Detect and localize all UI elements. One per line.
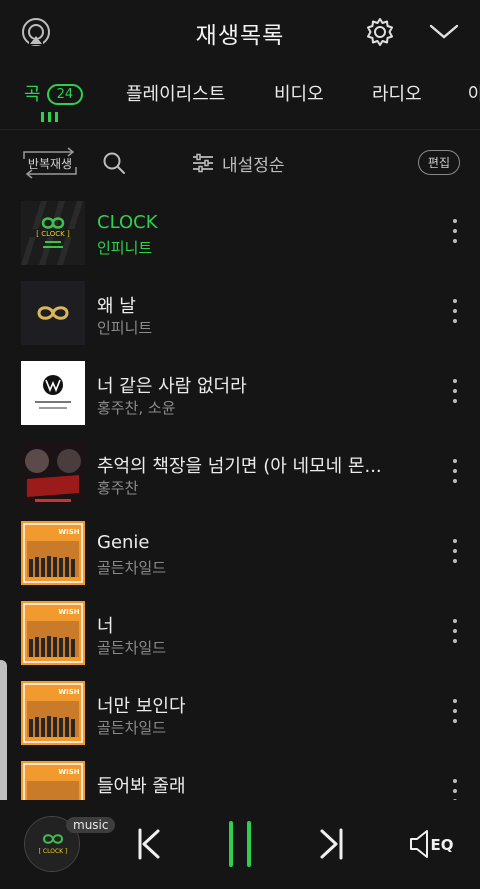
list-item[interactable]: 너 같은 사람 없더라 홍주찬, 소윤 bbox=[0, 355, 480, 435]
tab-songs[interactable]: 곡 24 bbox=[24, 80, 84, 106]
song-list: [ CLOCK ] CLOCK 인피니트 왜 날 인피니트 너 같은 사람 없더… bbox=[0, 195, 480, 800]
pause-button[interactable] bbox=[218, 821, 262, 867]
album-art: WISH bbox=[21, 681, 85, 745]
song-title: CLOCK bbox=[97, 212, 158, 233]
tab-playlists[interactable]: 플레이리스트 bbox=[126, 80, 225, 106]
tab-bar: 곡 24 플레이리스트 비디오 라디오 아 bbox=[0, 68, 480, 130]
svg-text:WISH: WISH bbox=[58, 528, 79, 536]
song-artist: 홍주찬, 소윤 bbox=[97, 399, 176, 417]
repeat-label: 반복재생 bbox=[27, 157, 73, 171]
list-item[interactable]: 추억의 책장을 넘기면 (아 네모네 몬... 홍주찬 bbox=[0, 435, 480, 515]
album-art bbox=[21, 281, 85, 345]
more-options-icon[interactable] bbox=[450, 379, 460, 403]
gear-icon[interactable] bbox=[362, 14, 398, 50]
more-options-icon[interactable] bbox=[450, 539, 460, 563]
tab-more[interactable]: 아 bbox=[468, 80, 480, 106]
repeat-button[interactable]: 반복재생 bbox=[20, 147, 80, 179]
album-art: WISH bbox=[21, 601, 85, 665]
song-artist: 인피니트 bbox=[97, 319, 153, 337]
album-art bbox=[21, 361, 85, 425]
tab-videos[interactable]: 비디오 bbox=[274, 80, 324, 106]
sort-button[interactable]: 내설정순 bbox=[192, 149, 285, 177]
more-options-icon[interactable] bbox=[450, 699, 460, 723]
svg-text:[ CLOCK ]: [ CLOCK ] bbox=[39, 848, 68, 855]
tab-label: 곡 bbox=[24, 84, 41, 105]
search-icon[interactable] bbox=[100, 149, 128, 177]
song-artist: 골든차일드 bbox=[97, 639, 167, 657]
equalizer-button[interactable]: EQ bbox=[408, 822, 458, 866]
speaker-eq-icon: EQ bbox=[410, 830, 454, 858]
skip-previous-icon bbox=[138, 828, 160, 860]
song-title: 너 같은 사람 없더라 bbox=[97, 376, 247, 397]
active-tab-indicator bbox=[41, 112, 61, 122]
album-art: WISH bbox=[21, 761, 85, 800]
page-title: 재생목록 bbox=[195, 23, 285, 49]
song-title: 들어봐 줄래 bbox=[97, 776, 186, 797]
svg-text:WISH: WISH bbox=[58, 688, 79, 696]
song-artist: 홍주찬 bbox=[97, 479, 139, 497]
song-title: 추억의 책장을 넘기면 (아 네모네 몬... bbox=[97, 456, 382, 477]
edit-button[interactable]: 편집 bbox=[417, 150, 460, 175]
more-options-icon[interactable] bbox=[450, 219, 460, 243]
more-options-icon[interactable] bbox=[450, 779, 460, 800]
song-title: 너 bbox=[97, 616, 114, 637]
next-button[interactable] bbox=[310, 822, 354, 866]
list-item[interactable]: 왜 날 인피니트 bbox=[0, 275, 480, 355]
more-options-icon[interactable] bbox=[450, 619, 460, 643]
music-badge: music bbox=[66, 817, 116, 833]
mini-player: [ CLOCK ] music EQ bbox=[0, 800, 480, 889]
song-artist: 골든차일드 bbox=[97, 719, 167, 737]
song-title: 너만 보인다 bbox=[97, 696, 186, 717]
list-item[interactable]: WISH Genie 골든차일드 bbox=[0, 515, 480, 595]
album-art: [ CLOCK ] bbox=[21, 201, 85, 265]
song-artist: 인피니트 bbox=[97, 239, 153, 257]
svg-text:WISH: WISH bbox=[58, 608, 79, 616]
eq-label: EQ bbox=[431, 836, 454, 854]
album-art bbox=[21, 441, 85, 505]
album-art: WISH bbox=[21, 521, 85, 585]
header: 재생목록 bbox=[0, 0, 480, 68]
svg-text:WISH: WISH bbox=[58, 768, 79, 776]
list-item[interactable]: WISH 너 골든차일드 bbox=[0, 595, 480, 675]
song-title: Genie bbox=[97, 532, 150, 553]
pause-icon bbox=[229, 821, 251, 867]
more-options-icon[interactable] bbox=[450, 459, 460, 483]
sort-label: 내설정순 bbox=[222, 155, 285, 176]
svg-text:[ CLOCK ]: [ CLOCK ] bbox=[36, 230, 70, 238]
song-count-badge: 24 bbox=[46, 84, 84, 105]
list-item[interactable]: WISH 너만 보인다 골든차일드 bbox=[0, 675, 480, 755]
tab-radio[interactable]: 라디오 bbox=[372, 80, 422, 106]
song-artist: 골든차일드 bbox=[97, 559, 167, 577]
skip-next-icon bbox=[320, 828, 343, 860]
list-item[interactable]: WISH 들어봐 줄래 bbox=[0, 755, 480, 800]
more-options-icon[interactable] bbox=[450, 299, 460, 323]
list-item[interactable]: [ CLOCK ] CLOCK 인피니트 bbox=[0, 195, 480, 275]
song-title: 왜 날 bbox=[97, 296, 136, 317]
previous-button[interactable] bbox=[126, 822, 170, 866]
chevron-down-icon[interactable] bbox=[426, 14, 462, 50]
sort-sliders-icon bbox=[193, 153, 213, 173]
list-toolbar: 반복재생 내설정순 편집 bbox=[0, 131, 480, 195]
